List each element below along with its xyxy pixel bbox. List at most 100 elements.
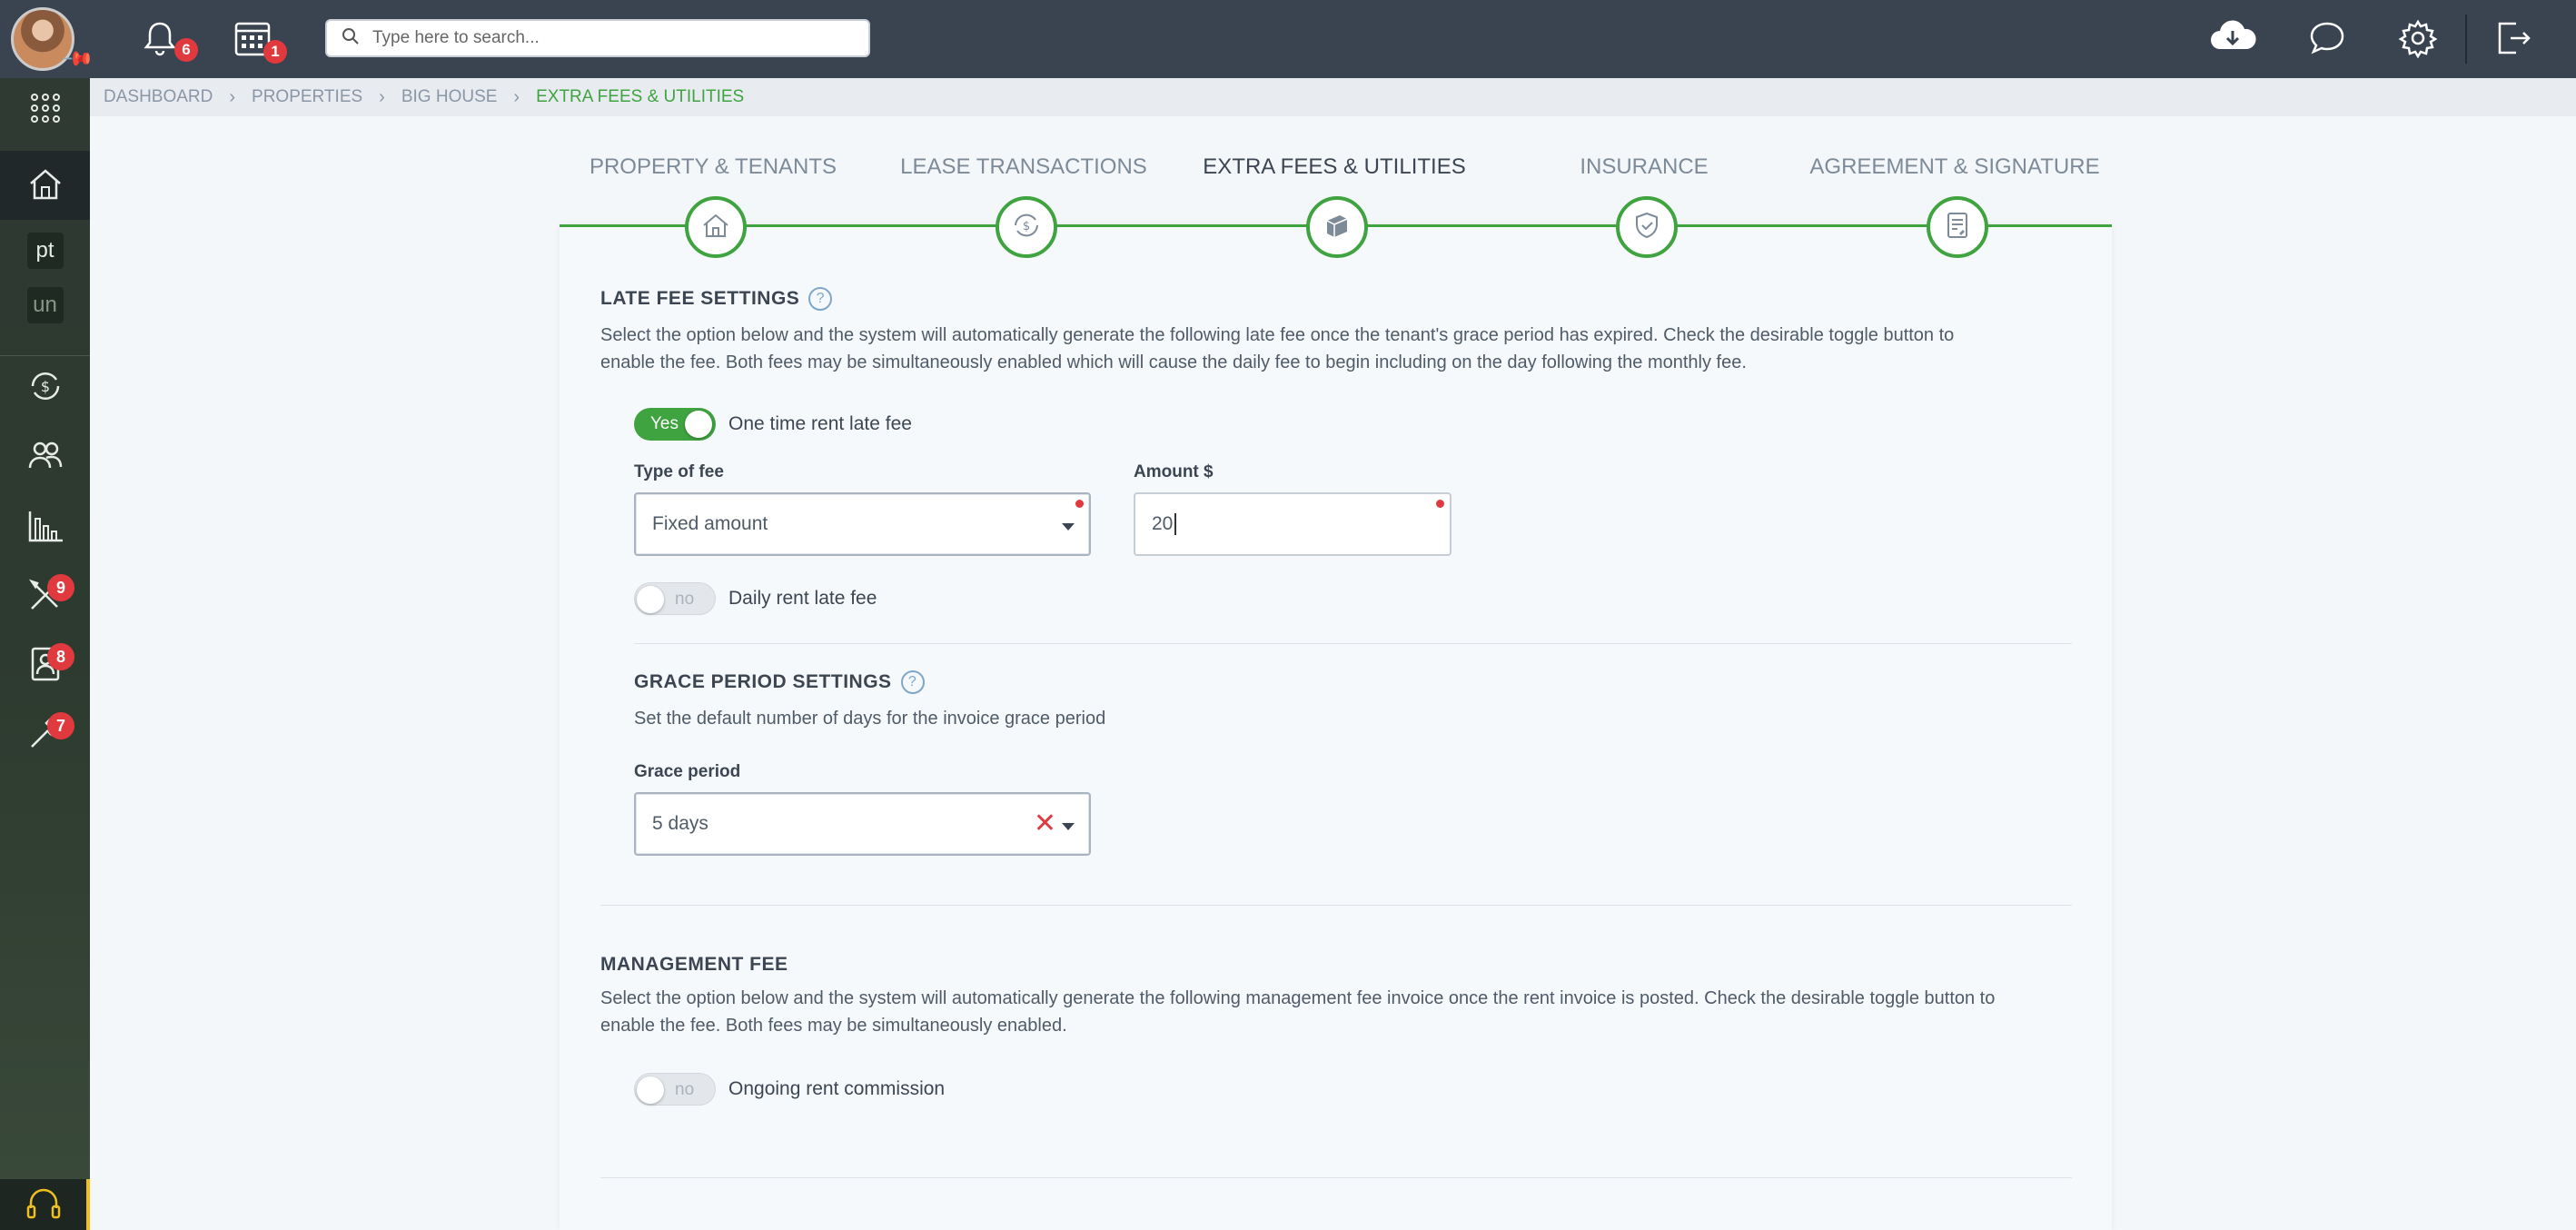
- tab-insurance[interactable]: INSURANCE: [1580, 154, 1708, 180]
- house-icon: [25, 164, 65, 208]
- grid-icon: [29, 92, 62, 129]
- sidebar-item-pt-label: pt: [26, 233, 64, 269]
- sidebar-apps[interactable]: [0, 78, 90, 142]
- support-button[interactable]: [0, 1179, 90, 1230]
- sidebar-contacts[interactable]: [0, 634, 90, 698]
- breadcrumb-properties[interactable]: PROPERTIES: [252, 87, 362, 107]
- amount-input[interactable]: 20: [1134, 492, 1451, 556]
- search-box[interactable]: [325, 19, 870, 57]
- cloud-download-icon[interactable]: [2205, 16, 2260, 60]
- breadcrumb-dashboard[interactable]: DASHBOARD: [104, 87, 213, 107]
- grace-period-value: 5 days: [652, 813, 708, 834]
- toggle-text: Yes: [650, 414, 679, 433]
- late-fee-title-text: LATE FEE SETTINGS: [600, 288, 800, 309]
- late-fee-description-line2: enable the fee. Both fees may be simulta…: [600, 352, 1747, 372]
- toggle-knob: [685, 411, 712, 438]
- type-of-fee-value: Fixed amount: [652, 513, 768, 534]
- grace-period-description: Set the default number of days for the i…: [634, 709, 1106, 729]
- money-stack-icon: [1322, 210, 1352, 245]
- breadcrumb-chevron-icon: ›: [229, 86, 236, 107]
- headset-icon: [24, 1185, 64, 1225]
- sidebar-item-pt[interactable]: pt: [0, 223, 90, 278]
- sidebar-maintenance[interactable]: [0, 703, 90, 767]
- section-divider: [600, 1177, 2072, 1178]
- sidebar-tenants[interactable]: [0, 425, 90, 489]
- contacts-badge: 8: [47, 643, 74, 670]
- grace-period-title: GRACE PERIOD SETTINGS ?: [634, 670, 925, 694]
- daily-late-fee-toggle[interactable]: no: [634, 582, 716, 615]
- clear-icon[interactable]: ✕: [1034, 810, 1056, 838]
- management-fee-description-line1: Select the option below and the system w…: [600, 988, 1996, 1008]
- grace-period-label: Grace period: [634, 762, 741, 781]
- step-property-tenants[interactable]: [685, 196, 747, 258]
- management-fee-title: MANAGEMENT FEE: [600, 954, 788, 975]
- sidebar-item-un[interactable]: un: [0, 278, 90, 332]
- logout-icon[interactable]: [2492, 18, 2536, 62]
- chat-icon[interactable]: [2307, 18, 2351, 62]
- section-divider: [600, 905, 2072, 906]
- management-fee-description: Select the option below and the system w…: [600, 985, 2090, 1039]
- amount-value: 20: [1152, 513, 1174, 534]
- tab-extra-fees-utilities[interactable]: EXTRA FEES & UTILITIES: [1203, 154, 1465, 180]
- late-fee-title: LATE FEE SETTINGS ?: [600, 287, 833, 311]
- breadcrumb-chevron-icon: ›: [379, 86, 385, 107]
- toggle-knob: [637, 1076, 664, 1104]
- help-icon[interactable]: ?: [808, 287, 833, 311]
- dollar-cycle-icon: $: [27, 368, 64, 409]
- sidebar-tools[interactable]: [0, 565, 90, 629]
- tab-lease-transactions[interactable]: LEASE TRANSACTIONS: [900, 154, 1147, 180]
- daily-late-fee-label: Daily rent late fee: [728, 588, 877, 609]
- one-time-late-fee-toggle[interactable]: Yes: [634, 408, 716, 441]
- grace-period-title-text: GRACE PERIOD SETTINGS: [634, 671, 892, 692]
- type-of-fee-label: Type of fee: [634, 462, 724, 481]
- section-divider: [634, 643, 2072, 644]
- step-lease-transactions[interactable]: $: [996, 196, 1057, 258]
- users-icon: [26, 437, 64, 478]
- required-indicator: [1436, 500, 1444, 508]
- amount-label: Amount $: [1134, 462, 1214, 481]
- svg-text:$: $: [1023, 220, 1030, 233]
- bar-chart-icon: [26, 508, 64, 549]
- toggle-text: no: [675, 590, 695, 609]
- search-input[interactable]: [372, 28, 845, 48]
- maintenance-badge: 7: [47, 712, 74, 739]
- management-fee-description-line2: enable the fee. Both fees may be simulta…: [600, 1016, 1067, 1036]
- tab-property-tenants[interactable]: PROPERTY & TENANTS: [590, 154, 837, 180]
- topbar-divider: [2465, 15, 2467, 64]
- breadcrumb-current: EXTRA FEES & UTILITIES: [536, 87, 745, 106]
- help-icon[interactable]: ?: [900, 670, 925, 694]
- search-icon: [342, 27, 360, 50]
- grace-period-select[interactable]: 5 days ✕: [634, 792, 1091, 856]
- step-insurance[interactable]: [1616, 196, 1678, 258]
- toggle-knob: [637, 586, 664, 613]
- sidebar-reports[interactable]: [0, 496, 90, 560]
- calendar-badge: 1: [263, 40, 287, 64]
- type-of-fee-select[interactable]: Fixed amount: [634, 492, 1091, 556]
- notifications-badge: 6: [174, 38, 198, 62]
- tab-agreement-signature[interactable]: AGREEMENT & SIGNATURE: [1809, 154, 2099, 180]
- sidebar-transactions[interactable]: $: [0, 356, 90, 420]
- required-indicator: [1075, 500, 1084, 508]
- late-fee-description-line1: Select the option below and the system w…: [600, 325, 1955, 345]
- breadcrumb-chevron-icon: ›: [513, 86, 520, 107]
- house-icon: [700, 210, 731, 245]
- sidebar: pt un $ 9 8 7: [0, 78, 90, 1230]
- sidebar-item-un-label: un: [26, 287, 64, 323]
- caret-down-icon: [1062, 823, 1075, 830]
- dollar-cycle-icon: $: [1011, 210, 1042, 245]
- top-bar: 📌 6 1: [0, 0, 2576, 78]
- ongoing-commission-toggle[interactable]: no: [634, 1073, 716, 1106]
- gear-icon[interactable]: [2398, 18, 2442, 62]
- breadcrumb-big-house[interactable]: BIG HOUSE: [401, 87, 498, 107]
- text-cursor: [1174, 513, 1177, 535]
- caret-down-icon: [1062, 523, 1075, 531]
- sidebar-properties[interactable]: [0, 151, 90, 220]
- step-agreement-signature[interactable]: [1927, 196, 1988, 258]
- step-extra-fees[interactable]: [1306, 196, 1368, 258]
- document-icon: [1942, 210, 1973, 245]
- shield-icon: [1631, 210, 1662, 245]
- late-fee-description: Select the option below and the system w…: [600, 322, 2090, 376]
- ongoing-commission-label: Ongoing rent commission: [728, 1078, 946, 1099]
- breadcrumb: DASHBOARD › PROPERTIES › BIG HOUSE › EXT…: [90, 78, 2576, 116]
- tools-badge: 9: [47, 574, 74, 601]
